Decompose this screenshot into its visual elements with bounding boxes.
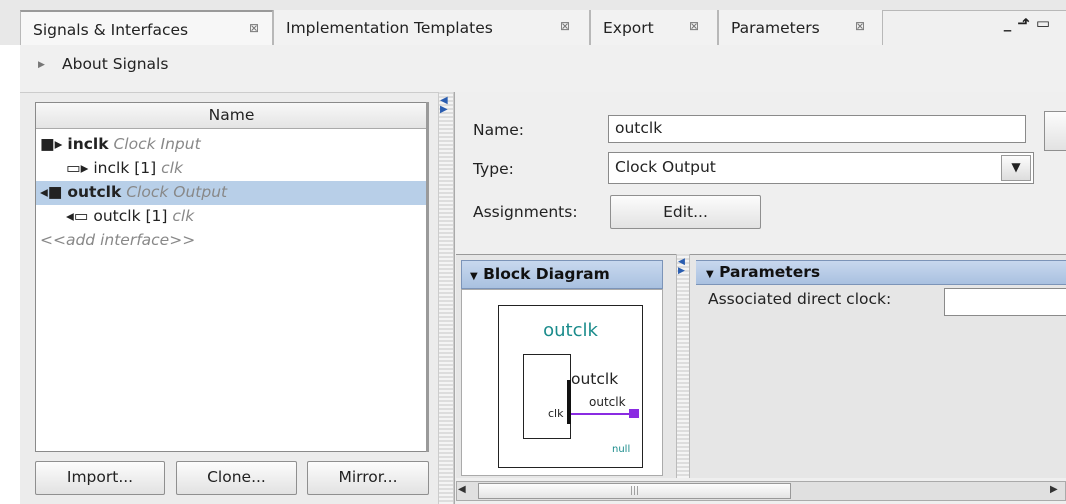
tab-implementation-templates[interactable]: Implementation Templates ⊠	[273, 10, 590, 46]
parameters-header[interactable]: ▼ Parameters	[696, 260, 1066, 285]
scrollbar-thumb[interactable]: |||	[478, 483, 791, 499]
block-diagram-header[interactable]: ▼ Block Diagram	[461, 260, 663, 289]
add-interface-row[interactable]: <<add interface>>	[36, 229, 427, 253]
tab-label: Implementation Templates	[286, 19, 493, 37]
tab-label: Parameters	[731, 19, 820, 37]
port-name: outclk [1]	[93, 207, 168, 225]
collapse-arrows-icon[interactable]: ◀ ▶	[678, 258, 685, 276]
clock-output-icon: ◂■	[40, 183, 63, 201]
close-icon[interactable]: ⊠	[560, 19, 570, 33]
collapse-arrows-icon[interactable]: ◀ ▶	[440, 96, 448, 115]
interface-name: inclk	[67, 135, 109, 153]
tab-label: Signals & Interfaces	[33, 21, 189, 39]
input-port-icon: ▭▸	[66, 159, 89, 177]
minimize-icon[interactable]: _	[1004, 14, 1018, 32]
collapse-triangle-icon: ▼	[706, 269, 714, 280]
port-type: clk	[161, 159, 183, 177]
chevron-down-icon[interactable]: ▼	[1001, 155, 1031, 181]
diagram-title: outclk	[543, 320, 598, 341]
tree-row-inclk-port[interactable]: ▭▸ inclk [1] clk	[36, 157, 427, 181]
close-icon[interactable]: ⊠	[249, 21, 259, 35]
assignments-label: Assignments:	[473, 203, 578, 221]
interface-name: outclk	[67, 183, 122, 201]
type-select[interactable]: Clock Output ▼	[608, 152, 1034, 184]
tree-row-outclk-port[interactable]: ◂▭ outclk [1] clk	[36, 205, 427, 229]
port-name: inclk [1]	[93, 159, 157, 177]
edit-assignments-button[interactable]: Edit...	[610, 195, 761, 229]
interface-type: Clock Output	[126, 183, 228, 201]
port-connector-icon	[629, 409, 639, 418]
associated-clock-input[interactable]	[944, 288, 1066, 316]
window-controls: _⬏▭	[1004, 14, 1056, 32]
clk-label: clk	[548, 407, 564, 420]
apply-button[interactable]	[1044, 111, 1066, 151]
scroll-left-icon[interactable]: ◀	[458, 484, 466, 495]
add-interface-label: <<add interface>>	[40, 231, 196, 249]
null-label: null	[612, 444, 631, 455]
tab-export[interactable]: Export ⊠	[590, 10, 718, 46]
scroll-right-icon[interactable]: ▶	[1050, 484, 1058, 495]
type-select-value: Clock Output	[615, 158, 716, 176]
mirror-button[interactable]: Mirror...	[307, 461, 429, 495]
tab-parameters[interactable]: Parameters ⊠	[718, 10, 883, 46]
block-diagram-title: Block Diagram	[483, 265, 610, 283]
inner-split-divider[interactable]	[676, 254, 690, 478]
clock-input-icon: ■▸	[40, 135, 63, 153]
close-icon[interactable]: ⊠	[855, 19, 865, 33]
split-pane-divider[interactable]	[438, 92, 454, 504]
output-port-icon: ◂▭	[66, 207, 89, 225]
port-type: clk	[172, 207, 195, 225]
port-label-large: outclk	[571, 370, 619, 388]
list-scroll-edge	[426, 102, 429, 452]
tree-row-inclk[interactable]: ■▸ inclk Clock Input	[36, 133, 427, 157]
clone-button[interactable]: Clone...	[176, 461, 297, 495]
maximize-icon[interactable]: ⬏	[1017, 14, 1036, 32]
import-button[interactable]: Import...	[35, 461, 165, 495]
associated-clock-label: Associated direct clock:	[708, 290, 892, 308]
about-signals-label: About Signals	[62, 55, 169, 73]
tree-row-outclk[interactable]: ◂■ outclk Clock Output	[36, 181, 427, 205]
collapse-triangle-icon: ▼	[470, 271, 478, 282]
type-label: Type:	[473, 160, 514, 178]
interface-type: Clock Input	[113, 135, 201, 153]
name-label: Name:	[473, 121, 524, 139]
restore-icon[interactable]: ▭	[1036, 14, 1056, 32]
expand-triangle-icon[interactable]: ▶	[38, 60, 45, 70]
signal-line	[571, 413, 631, 415]
close-icon[interactable]: ⊠	[689, 19, 699, 33]
list-header-name[interactable]: Name	[36, 103, 427, 129]
parameters-title: Parameters	[719, 263, 821, 281]
module-box	[523, 354, 571, 439]
tab-label: Export	[603, 19, 654, 37]
tab-signals-interfaces[interactable]: Signals & Interfaces ⊠	[20, 10, 273, 46]
about-signals-section[interactable]: ▶ About Signals	[20, 45, 1066, 92]
block-diagram-canvas: outclk outclk outclk clk null	[498, 305, 643, 468]
name-field[interactable]: outclk	[608, 115, 1026, 143]
port-label-small: outclk	[589, 395, 626, 409]
